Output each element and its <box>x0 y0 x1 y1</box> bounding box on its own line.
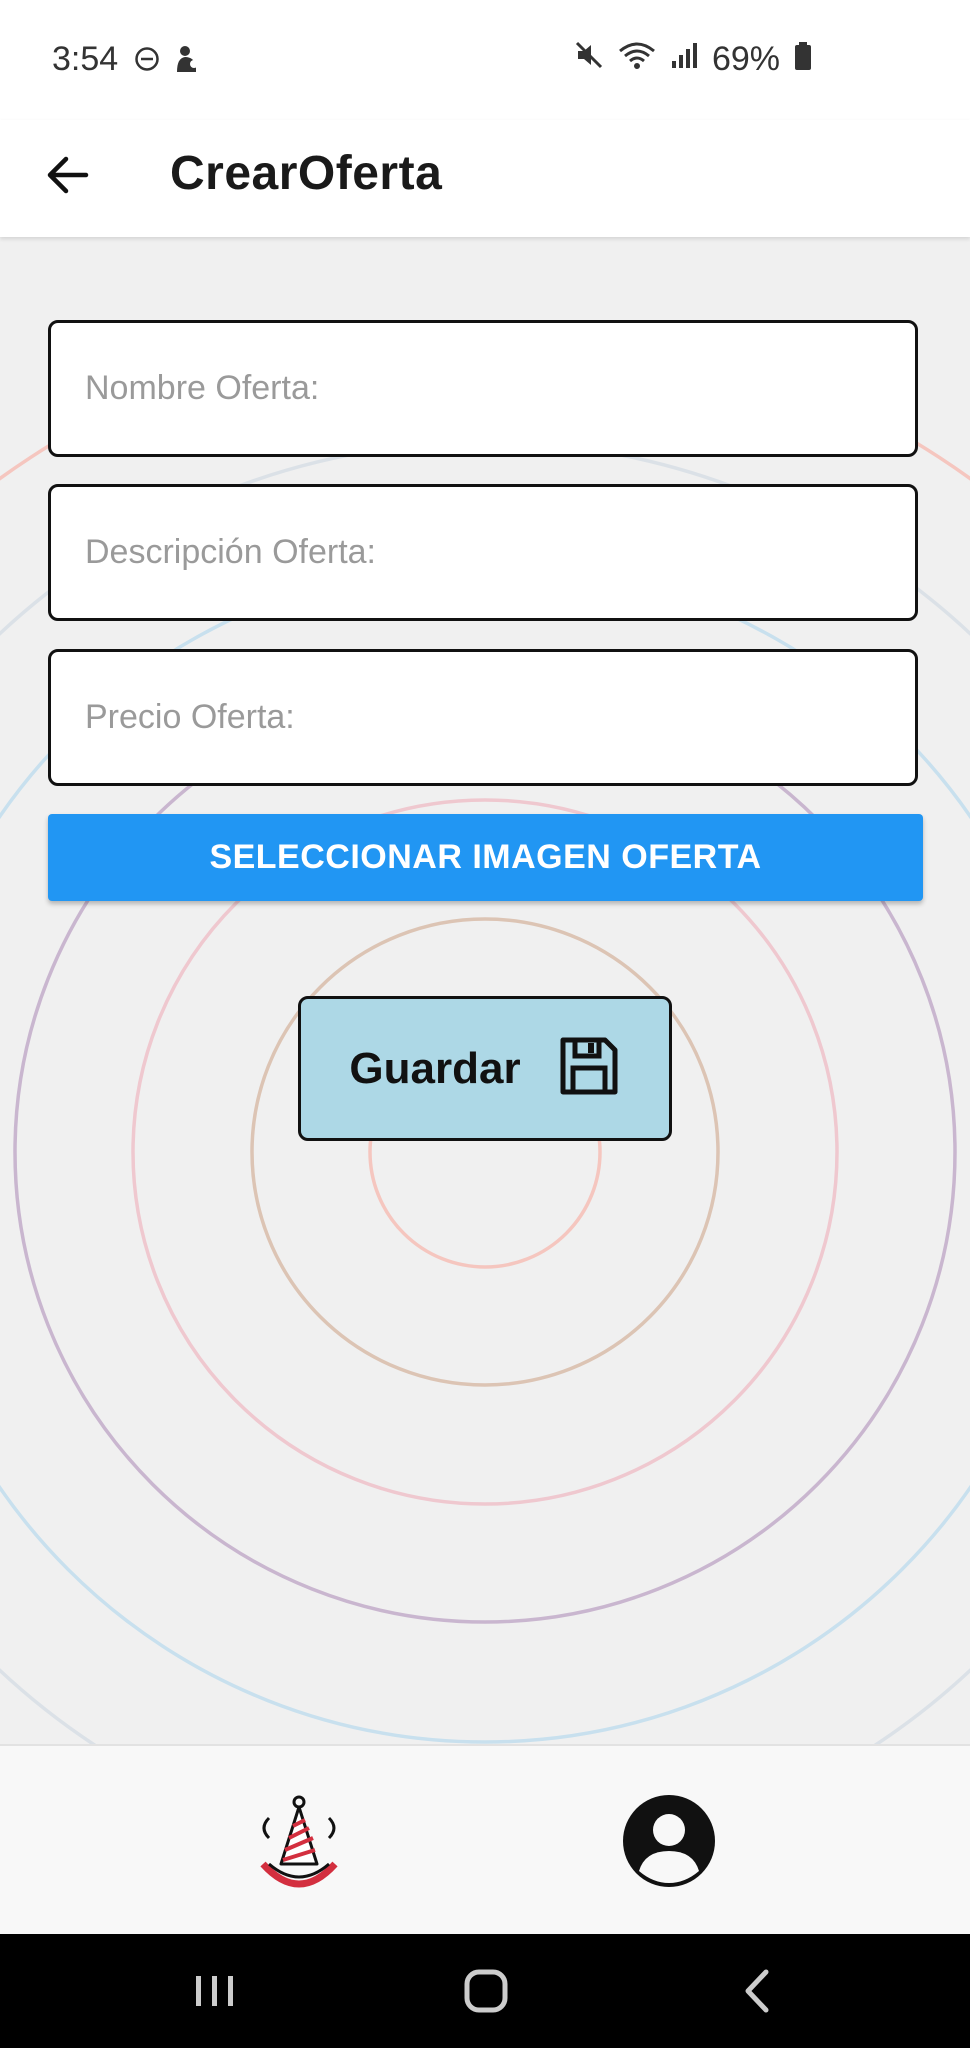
battery-icon <box>794 40 812 79</box>
battery-percent: 69% <box>711 40 780 78</box>
offer-name-input[interactable] <box>51 323 915 454</box>
system-navigation-bar <box>0 1934 970 2048</box>
back-arrow-icon[interactable] <box>42 150 92 200</box>
offer-description-field[interactable] <box>48 484 918 621</box>
status-time: 3:54 <box>52 40 119 78</box>
notification-icon <box>174 44 200 79</box>
mute-icon <box>574 40 604 79</box>
offer-name-field[interactable] <box>48 320 918 457</box>
home-icon[interactable] <box>463 1962 509 2025</box>
do-not-disturb-icon <box>134 46 160 77</box>
save-button[interactable]: Guardar <box>298 996 672 1141</box>
app-bar: CrearOferta <box>0 120 970 237</box>
form-content: SELECCIONAR IMAGEN OFERTA Guardar <box>0 237 970 1744</box>
select-image-button[interactable]: SELECCIONAR IMAGEN OFERTA <box>48 814 923 901</box>
bottom-navigation <box>0 1744 970 1934</box>
offer-price-input[interactable] <box>51 652 915 783</box>
save-label: Guardar <box>349 1043 521 1093</box>
offer-description-input[interactable] <box>51 487 915 618</box>
user-profile-icon[interactable] <box>621 1793 717 1889</box>
system-back-icon[interactable] <box>740 1962 776 2025</box>
floppy-disk-icon <box>557 1034 621 1103</box>
background-circles <box>0 320 970 1744</box>
wifi-icon <box>618 40 656 79</box>
party-hat-logo-icon[interactable] <box>255 1794 343 1894</box>
signal-icon <box>670 40 698 79</box>
offer-price-field[interactable] <box>48 649 918 786</box>
status-bar: 3:54 69% <box>0 0 970 120</box>
page-title: CrearOferta <box>170 147 443 200</box>
select-image-label: SELECCIONAR IMAGEN OFERTA <box>209 838 762 876</box>
recents-icon[interactable] <box>193 1962 237 2025</box>
